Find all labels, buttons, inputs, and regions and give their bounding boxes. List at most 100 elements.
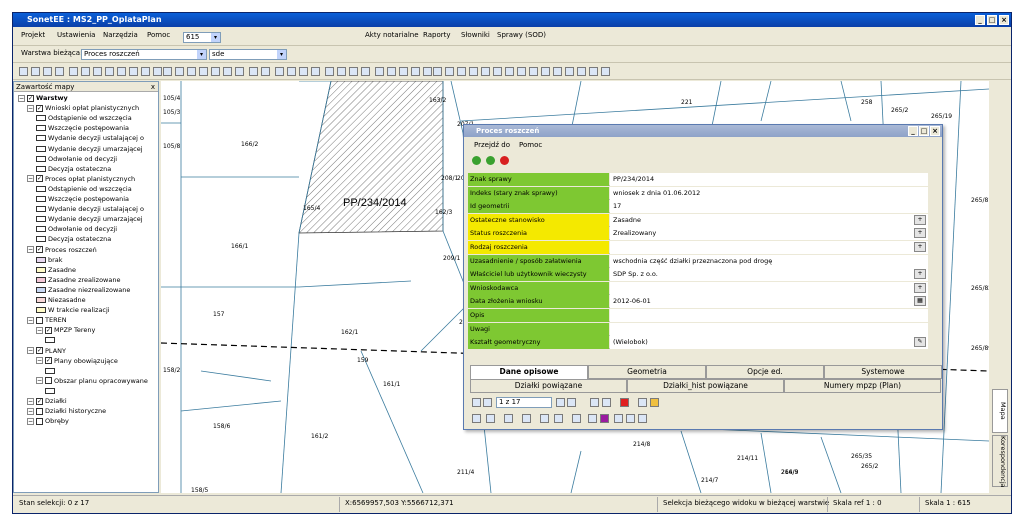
attribute-value[interactable]: +	[610, 241, 928, 254]
add-record-icon[interactable]	[472, 156, 481, 165]
toolbar-tool-icon[interactable]	[457, 67, 466, 76]
toolbar-tool-icon[interactable]	[411, 67, 420, 76]
legend-item[interactable]: Odwołanie od decyzji	[36, 155, 117, 164]
toolbar-tool-icon[interactable]	[93, 67, 102, 76]
legend-item[interactable]: Zasadne	[36, 266, 76, 275]
menu-raporty[interactable]: Raporty	[423, 31, 451, 39]
toolbar-tool-icon[interactable]	[445, 67, 454, 76]
layer-checkbox[interactable]: ✓	[36, 104, 43, 112]
toolbar-tool-icon[interactable]	[129, 67, 138, 76]
legend-item[interactable]: Wydanie decyzji ustalającej o	[36, 134, 144, 143]
layer-checkbox[interactable]: ✓	[36, 397, 43, 405]
attribute-value[interactable]	[610, 322, 928, 336]
tab-row2-1[interactable]: Działki_hist powiązane	[627, 379, 784, 393]
layer-group[interactable]: − Obręby	[27, 417, 69, 426]
toolbar-tool-icon[interactable]	[163, 67, 172, 76]
toolbar-tool-icon[interactable]	[469, 67, 478, 76]
expand-icon[interactable]: −	[27, 417, 34, 425]
first-record-icon[interactable]	[472, 398, 481, 407]
legend-item[interactable]: Odstąpienie od wszczęcia	[36, 185, 132, 194]
zoom-icon[interactable]	[614, 414, 623, 423]
delete-record-icon[interactable]	[500, 156, 509, 165]
dialog-minimize-button[interactable]: _	[908, 126, 918, 136]
toolbar-tool-icon[interactable]	[361, 67, 370, 76]
layer-checkbox[interactable]: ✓	[36, 347, 43, 354]
menu-ustawienia[interactable]: Ustawienia	[57, 31, 95, 39]
toolbar-tool-icon[interactable]	[19, 67, 28, 76]
menu-slowniki[interactable]: Słowniki	[461, 31, 490, 39]
legend-item[interactable]: Niezasadne	[36, 296, 86, 305]
lookup-button[interactable]: +	[914, 269, 926, 280]
tab-mapa[interactable]: Mapa	[992, 389, 1008, 433]
toolbar-tool-icon[interactable]	[505, 67, 514, 76]
toolbar-tool-icon[interactable]	[601, 67, 610, 76]
toolbar-tool-icon[interactable]	[529, 67, 538, 76]
tool-7-icon[interactable]	[572, 414, 581, 423]
expand-icon[interactable]: −	[27, 407, 34, 415]
layer-group[interactable]: − Obszar planu opracowywane	[36, 377, 148, 386]
tool-2-icon[interactable]	[486, 414, 495, 423]
attribute-value[interactable]	[610, 309, 928, 322]
attribute-value[interactable]: 17	[610, 200, 928, 214]
toolbar-tool-icon[interactable]	[175, 67, 184, 76]
legend-item[interactable]: W trakcie realizacji	[36, 306, 110, 315]
layer-checkbox[interactable]: ✓	[36, 175, 43, 183]
layer-group[interactable]: − ✓ Proces roszczeń	[27, 246, 97, 255]
expand-icon[interactable]: −	[27, 316, 34, 324]
toolbar-tool-icon[interactable]	[55, 67, 64, 76]
toolbar-tool-icon[interactable]	[337, 67, 346, 76]
layer-checkbox[interactable]	[45, 377, 52, 385]
layer-checkbox[interactable]	[36, 316, 43, 324]
expand-icon[interactable]: −	[27, 246, 34, 253]
expand-icon[interactable]: −	[27, 397, 34, 405]
dialog-menu-help[interactable]: Pomoc	[519, 141, 542, 149]
highlighted-parcel[interactable]	[298, 81, 444, 234]
expand-icon[interactable]: −	[18, 94, 25, 102]
legend-item[interactable]: Odwołanie od decyzji	[36, 225, 117, 234]
lookup-button[interactable]: ▦	[914, 296, 926, 307]
attribute-value[interactable]: wniosek z dnia 01.06.2012	[610, 186, 928, 200]
toolbar-tool-icon[interactable]	[349, 67, 358, 76]
dialog-maximize-button[interactable]: □	[919, 126, 929, 136]
attribute-value[interactable]: PP/234/2014	[610, 173, 928, 186]
layer-checkbox[interactable]	[36, 407, 43, 415]
legend-item[interactable]: Decyzja ostateczna	[36, 165, 111, 174]
toolbar-tool-icon[interactable]	[299, 67, 308, 76]
toolbar-tool-icon[interactable]	[43, 67, 52, 76]
tool-3-icon[interactable]	[504, 414, 513, 423]
tool-1-icon[interactable]	[472, 414, 481, 423]
toolbar-tool-icon[interactable]	[565, 67, 574, 76]
pencil-icon[interactable]	[588, 414, 597, 423]
folder-icon[interactable]	[650, 398, 659, 407]
maximize-button[interactable]: □	[987, 15, 997, 25]
legend-item[interactable]: Wszczęcie postępowania	[36, 195, 129, 204]
toolbar-tool-icon[interactable]	[105, 67, 114, 76]
close-icon[interactable]: x	[151, 82, 155, 92]
field-select[interactable]: sde ▾	[209, 49, 287, 60]
layer-group[interactable]: − ✓ Wnioski opłat planistycznych	[27, 104, 139, 113]
last-record-icon[interactable]	[567, 398, 576, 407]
legend-item[interactable]: Wydanie decyzji ustalającej o	[36, 205, 144, 214]
toolbar-tool-icon[interactable]	[261, 67, 270, 76]
toolbar-tool-icon[interactable]	[69, 67, 78, 76]
tool-6-icon[interactable]	[554, 414, 563, 423]
tab-row2-0[interactable]: Działki powiązane	[470, 379, 627, 393]
attribute-value[interactable]: Zasadne +	[610, 213, 928, 227]
toolbar-tool-icon[interactable]	[153, 67, 162, 76]
lookup-button[interactable]: ✎	[914, 337, 926, 348]
legend-item[interactable]: Wydanie decyzji umarzającej	[36, 215, 143, 224]
toolbar-tool-icon[interactable]	[81, 67, 90, 76]
minimize-button[interactable]: _	[975, 15, 985, 25]
tab-1[interactable]: Geometria	[588, 365, 706, 379]
toolbar-tool-icon[interactable]	[311, 67, 320, 76]
toolbar-tool-icon[interactable]	[375, 67, 384, 76]
dialog-menu-goto[interactable]: Przejdź do	[474, 141, 510, 149]
toolbar-tool-icon[interactable]	[235, 67, 244, 76]
toolbar-tool-icon[interactable]	[517, 67, 526, 76]
attribute-value[interactable]: (Wielobok) ✎	[610, 336, 928, 350]
legend-item[interactable]: Zasadne niezrealizowane	[36, 286, 130, 295]
toolbar-tool-icon[interactable]	[399, 67, 408, 76]
expand-icon[interactable]: −	[27, 347, 34, 354]
legend-item[interactable]: brak	[36, 256, 63, 265]
color-icon[interactable]	[600, 414, 609, 423]
